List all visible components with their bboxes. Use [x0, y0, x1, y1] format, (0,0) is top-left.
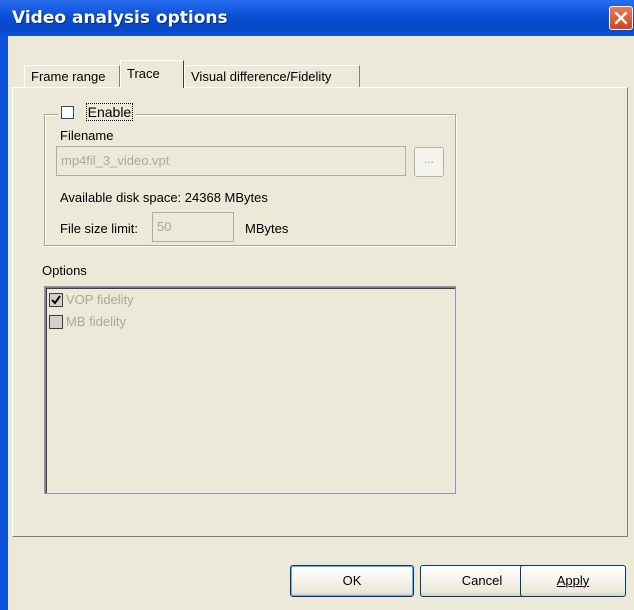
mb-fidelity-checkbox[interactable]	[49, 315, 63, 329]
apply-button[interactable]: Apply	[520, 565, 626, 597]
checkmark-icon	[51, 295, 61, 305]
size-limit-label: File size limit:	[60, 221, 139, 236]
title-bar[interactable]: Video analysis options	[0, 0, 634, 36]
close-icon	[614, 11, 628, 25]
browse-button[interactable]: ...	[414, 147, 444, 177]
enable-checkbox-row[interactable]: Enable	[58, 103, 137, 124]
dialog-client-area: Frame range Trace Visual difference/Fide…	[8, 36, 634, 610]
browse-button-label: ...	[423, 152, 434, 166]
filename-label: Filename	[60, 128, 114, 143]
tab-frame-range[interactable]: Frame range	[24, 65, 120, 89]
size-limit-value: 50	[157, 219, 172, 234]
vop-fidelity-checkbox[interactable]	[49, 293, 63, 307]
window-title: Video analysis options	[12, 8, 228, 28]
options-label: Options	[42, 263, 87, 278]
options-listbox[interactable]: VOP fidelity MB fidelity	[44, 286, 456, 494]
apply-button-label: Apply	[556, 573, 590, 588]
ok-button-label: OK	[342, 573, 362, 588]
size-limit-field[interactable]: 50	[152, 212, 234, 242]
tab-visual-difference-fidelity-label: Visual difference/Fidelity	[191, 69, 332, 84]
size-limit-unit: MBytes	[245, 221, 289, 236]
enable-checkbox[interactable]	[61, 106, 74, 120]
filename-field[interactable]: mp4fil_3_video.vpt	[56, 146, 406, 176]
tab-visual-difference-fidelity[interactable]: Visual difference/Fidelity	[184, 65, 360, 89]
tab-frame-range-label: Frame range	[31, 69, 106, 84]
vop-fidelity-label: VOP fidelity	[66, 292, 134, 307]
dialog-window: Video analysis options Frame range Trace…	[0, 0, 634, 610]
tab-trace-label: Trace	[127, 66, 160, 81]
cancel-button-label: Cancel	[461, 573, 503, 588]
close-button[interactable]	[609, 6, 633, 30]
filename-value: mp4fil_3_video.vpt	[61, 153, 170, 168]
tab-trace[interactable]: Trace	[120, 60, 184, 88]
disk-space-label: Available disk space: 24368 MBytes	[60, 190, 268, 205]
enable-label: Enable	[85, 103, 134, 121]
ok-button[interactable]: OK	[290, 565, 414, 597]
mb-fidelity-label: MB fidelity	[66, 314, 126, 329]
